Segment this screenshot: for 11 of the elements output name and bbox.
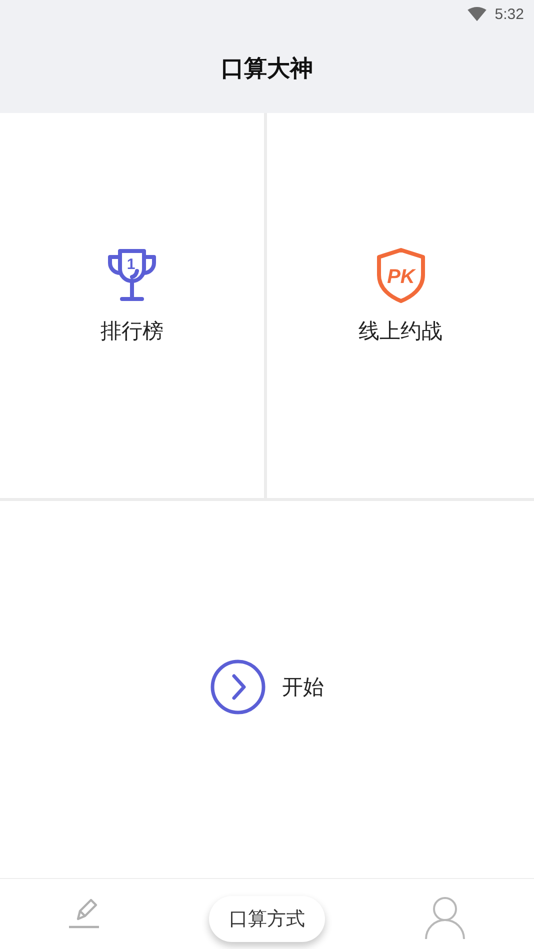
pencil-icon[interactable] <box>66 897 102 931</box>
person-icon[interactable] <box>424 896 466 940</box>
start-button[interactable]: 开始 <box>210 659 324 715</box>
tile-label: 线上约战 <box>358 318 442 344</box>
menu-tile[interactable]: PK 线上约战 <box>267 113 534 498</box>
nav-tab[interactable]: 口算方式 <box>209 896 325 942</box>
menu-tile[interactable]: 1 排行榜 <box>0 113 267 498</box>
wifi-icon <box>466 6 487 22</box>
page-title: 口算大神 <box>221 55 313 84</box>
status-time: 5:32 <box>494 6 524 22</box>
tile-label: 排行榜 <box>100 318 164 344</box>
